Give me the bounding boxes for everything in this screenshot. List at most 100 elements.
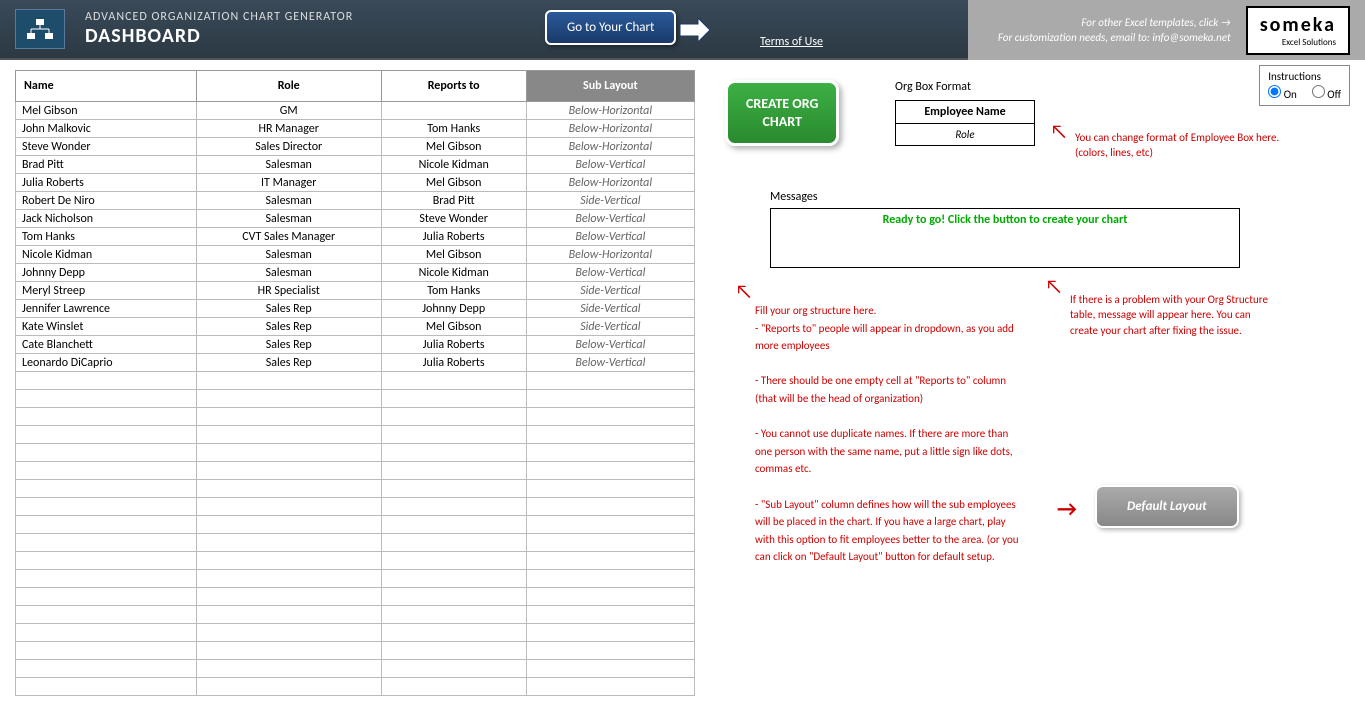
table-row[interactable]: Steve WonderSales DirectorMel GibsonBelo… xyxy=(16,138,695,156)
cell-role[interactable] xyxy=(196,462,381,480)
goto-chart-button[interactable]: Go to Your Chart xyxy=(545,10,676,45)
table-row[interactable] xyxy=(16,462,695,480)
cell-role[interactable] xyxy=(196,570,381,588)
cell-role[interactable]: CVT Sales Manager xyxy=(196,228,381,246)
cell-role[interactable] xyxy=(196,390,381,408)
cell-role[interactable]: IT Manager xyxy=(196,174,381,192)
cell-sublayout[interactable]: Side-Vertical xyxy=(526,282,694,300)
cell-reports[interactable] xyxy=(381,408,526,426)
instructions-on-radio[interactable]: On xyxy=(1268,85,1297,101)
table-row[interactable]: Cate BlanchettSales RepJulia RobertsBelo… xyxy=(16,336,695,354)
cell-reports[interactable]: Julia Roberts xyxy=(381,354,526,372)
cell-reports[interactable] xyxy=(381,606,526,624)
cell-sublayout[interactable] xyxy=(526,588,694,606)
cell-role[interactable] xyxy=(196,606,381,624)
table-row[interactable]: Leonardo DiCaprioSales RepJulia RobertsB… xyxy=(16,354,695,372)
cell-reports[interactable]: Julia Roberts xyxy=(381,336,526,354)
table-row[interactable] xyxy=(16,390,695,408)
cell-role[interactable]: GM xyxy=(196,102,381,120)
cell-sublayout[interactable] xyxy=(526,390,694,408)
cell-sublayout[interactable] xyxy=(526,480,694,498)
cell-name[interactable]: Cate Blanchett xyxy=(16,336,197,354)
table-row[interactable] xyxy=(16,534,695,552)
cell-role[interactable]: Sales Rep xyxy=(196,336,381,354)
table-row[interactable]: Kate WinsletSales RepMel GibsonSide-Vert… xyxy=(16,318,695,336)
cell-sublayout[interactable]: Below-Vertical xyxy=(526,210,694,228)
cell-reports[interactable] xyxy=(381,462,526,480)
cell-reports[interactable] xyxy=(381,516,526,534)
table-row[interactable]: Jennifer LawrenceSales RepJohnny DeppSid… xyxy=(16,300,695,318)
cell-reports[interactable] xyxy=(381,642,526,660)
cell-name[interactable]: Nicole Kidman xyxy=(16,246,197,264)
org-box-preview[interactable]: Employee Name Role xyxy=(895,100,1035,146)
cell-role[interactable] xyxy=(196,588,381,606)
table-row[interactable] xyxy=(16,444,695,462)
cell-name[interactable]: John Malkovic xyxy=(16,120,197,138)
cell-name[interactable]: Kate Winslet xyxy=(16,318,197,336)
cell-sublayout[interactable] xyxy=(526,642,694,660)
cell-reports[interactable] xyxy=(381,498,526,516)
cell-name[interactable]: Brad Pitt xyxy=(16,156,197,174)
table-row[interactable] xyxy=(16,570,695,588)
cell-reports[interactable]: Julia Roberts xyxy=(381,228,526,246)
cell-sublayout[interactable] xyxy=(526,444,694,462)
cell-sublayout[interactable]: Below-Vertical xyxy=(526,228,694,246)
table-row[interactable]: Meryl StreepHR SpecialistTom HanksSide-V… xyxy=(16,282,695,300)
table-row[interactable]: Julia RobertsIT ManagerMel GibsonBelow-H… xyxy=(16,174,695,192)
cell-role[interactable] xyxy=(196,408,381,426)
instructions-off-radio[interactable]: Off xyxy=(1312,85,1341,101)
cell-reports[interactable] xyxy=(381,390,526,408)
cell-reports[interactable] xyxy=(381,678,526,696)
cell-role[interactable] xyxy=(196,552,381,570)
cell-name[interactable] xyxy=(16,498,197,516)
cell-role[interactable]: HR Specialist xyxy=(196,282,381,300)
cell-sublayout[interactable] xyxy=(526,426,694,444)
cell-reports[interactable] xyxy=(381,480,526,498)
cell-name[interactable] xyxy=(16,390,197,408)
table-row[interactable] xyxy=(16,408,695,426)
cell-sublayout[interactable]: Below-Vertical xyxy=(526,354,694,372)
cell-reports[interactable]: Nicole Kidman xyxy=(381,264,526,282)
cell-role[interactable]: Salesman xyxy=(196,264,381,282)
table-row[interactable] xyxy=(16,498,695,516)
cell-name[interactable] xyxy=(16,444,197,462)
cell-sublayout[interactable]: Below-Horizontal xyxy=(526,102,694,120)
cell-name[interactable]: Leonardo DiCaprio xyxy=(16,354,197,372)
cell-sublayout[interactable] xyxy=(526,408,694,426)
table-row[interactable] xyxy=(16,516,695,534)
cell-name[interactable]: Johnny Depp xyxy=(16,264,197,282)
cell-sublayout[interactable] xyxy=(526,678,694,696)
cell-role[interactable] xyxy=(196,444,381,462)
cell-name[interactable]: Steve Wonder xyxy=(16,138,197,156)
cell-name[interactable]: Mel Gibson xyxy=(16,102,197,120)
cell-name[interactable]: Jack Nicholson xyxy=(16,210,197,228)
cell-sublayout[interactable]: Side-Vertical xyxy=(526,318,694,336)
cell-name[interactable]: Julia Roberts xyxy=(16,174,197,192)
cell-role[interactable] xyxy=(196,498,381,516)
table-row[interactable]: Brad PittSalesmanNicole KidmanBelow-Vert… xyxy=(16,156,695,174)
default-layout-button[interactable]: Default Layout xyxy=(1095,485,1239,528)
table-row[interactable]: Jack NicholsonSalesmanSteve WonderBelow-… xyxy=(16,210,695,228)
cell-name[interactable]: Meryl Streep xyxy=(16,282,197,300)
cell-reports[interactable]: Brad Pitt xyxy=(381,192,526,210)
cell-role[interactable] xyxy=(196,516,381,534)
cell-sublayout[interactable] xyxy=(526,660,694,678)
cell-sublayout[interactable] xyxy=(526,498,694,516)
cell-role[interactable] xyxy=(196,534,381,552)
cell-sublayout[interactable]: Below-Vertical xyxy=(526,336,694,354)
table-row[interactable]: Robert De NiroSalesmanBrad PittSide-Vert… xyxy=(16,192,695,210)
cell-reports[interactable] xyxy=(381,372,526,390)
cell-role[interactable]: Sales Rep xyxy=(196,300,381,318)
cell-name[interactable] xyxy=(16,642,197,660)
cell-role[interactable]: Sales Director xyxy=(196,138,381,156)
cell-role[interactable]: Salesman xyxy=(196,192,381,210)
cell-role[interactable]: Sales Rep xyxy=(196,318,381,336)
cell-role[interactable] xyxy=(196,660,381,678)
table-row[interactable] xyxy=(16,588,695,606)
cell-role[interactable] xyxy=(196,426,381,444)
table-row[interactable]: Mel GibsonGM Below-Horizontal xyxy=(16,102,695,120)
cell-name[interactable] xyxy=(16,660,197,678)
table-row[interactable] xyxy=(16,426,695,444)
table-row[interactable] xyxy=(16,606,695,624)
cell-reports[interactable]: Mel Gibson xyxy=(381,246,526,264)
